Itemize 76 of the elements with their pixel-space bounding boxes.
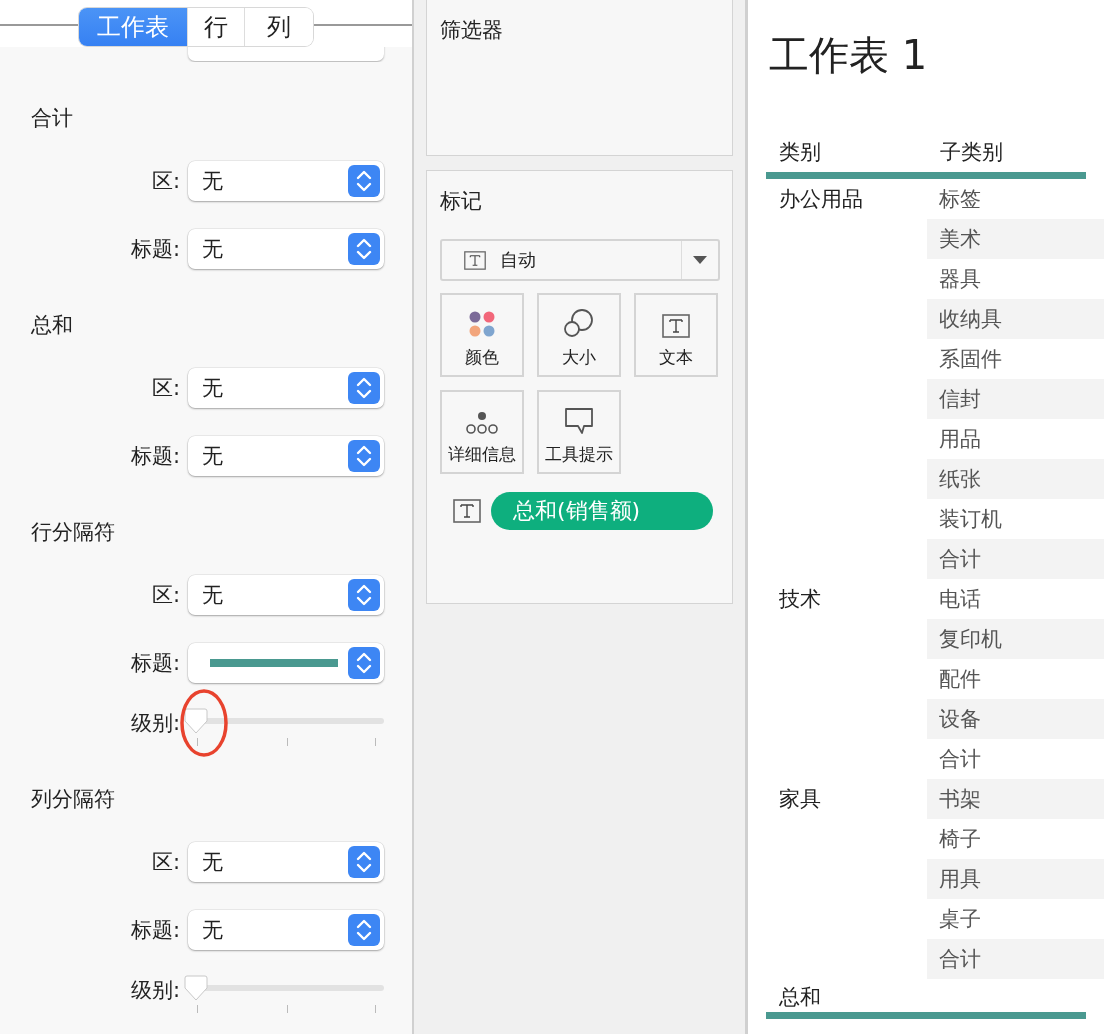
table-cell-text: 系固件 [938,346,1003,373]
text-icon [662,314,690,338]
table-cell-text: 器具 [938,266,982,293]
table-cell-text: 装订机 [938,506,1003,533]
tab[interactable]: 列 [244,8,313,46]
section-title: 合计 [30,105,74,132]
table-cell-text: 电话 [938,586,982,613]
field-label: 标题: [129,236,180,263]
field-label: 级别: [129,710,180,737]
chevrons-icon [348,440,380,472]
table-cell-text: 椅子 [938,826,982,853]
column-header: 子类别 [939,139,1004,166]
table-cell: 用具 [927,859,1104,899]
dropdown[interactable]: 无 [188,161,384,201]
table-cell: 收纳具 [927,299,1104,339]
field-label: 区: [150,582,180,609]
table-cell-text: 配件 [938,666,982,693]
circles-icon [564,308,594,338]
field-label: 区: [150,168,180,195]
slider-thumb[interactable] [184,708,208,734]
table-cell-text: 用品 [938,426,982,453]
table-cell-text: 标签 [938,186,982,213]
dropdown[interactable]: 无 [188,910,384,950]
slider-thumb[interactable] [184,975,208,1001]
table-cell-text: 合计 [938,746,982,773]
mark-button[interactable]: 工具提示 [537,390,621,474]
caret-icon [693,256,707,264]
mark-button[interactable]: 颜色 [440,293,524,377]
dropdown[interactable]: 无 [188,368,384,408]
table-cell: 美术 [927,219,1104,259]
chevrons-icon [348,579,380,611]
mark-type-dropdown[interactable]: 自动 [440,239,720,281]
chevrons-icon [348,647,380,679]
category-cell-text: 技术 [778,586,822,613]
table-cell: 复印机 [927,619,1104,659]
text-icon [453,499,481,523]
column-header: 类别 [778,139,822,166]
dropdown[interactable]: 无 [188,229,384,269]
table-cell-text: 桌子 [938,906,982,933]
field-label: 标题: [129,917,180,944]
category-cell-text: 办公用品 [778,186,864,213]
field-label: 区: [150,849,180,876]
field-label: 级别: [129,977,180,1004]
text-icon [464,250,486,270]
section-title: 总和 [30,312,74,339]
table-cell: 书架 [927,779,1104,819]
dots-icon [468,310,496,338]
category-cell-text: 家具 [778,786,822,813]
line-style-dropdown[interactable] [188,643,384,683]
section-title: 行分隔符 [30,519,116,546]
mark-button[interactable]: 详细信息 [440,390,524,474]
table-cell: 合计 [927,539,1104,579]
card-title: 筛选器 [440,17,504,44]
field-label: 标题: [129,443,180,470]
chevrons-icon [348,372,380,404]
grand-total-cell-text: 总和 [778,984,822,1011]
table-cell: 纸张 [927,459,1104,499]
dot-cluster-icon [466,411,498,435]
field-label: 标题: [129,650,180,677]
field-label: 区: [150,375,180,402]
mark-button[interactable]: 大小 [537,293,621,377]
table-cell: 设备 [927,699,1104,739]
sheet-title: 工作表 1 [768,31,929,80]
chevrons-icon [348,165,380,197]
section-title: 列分隔符 [30,786,116,813]
mark-button[interactable]: 文本 [634,293,718,377]
dropdown[interactable]: 无 [188,575,384,615]
speech-bubble-icon [564,407,594,435]
card-title: 标记 [440,188,483,215]
dropdown[interactable]: 无 [188,842,384,882]
table-cell: 合计 [927,939,1104,979]
table-cell: 信封 [927,379,1104,419]
chevrons-icon [348,233,380,265]
dropdown[interactable]: 无 [188,436,384,476]
chevrons-icon [348,914,380,946]
chevrons-icon [348,846,380,878]
